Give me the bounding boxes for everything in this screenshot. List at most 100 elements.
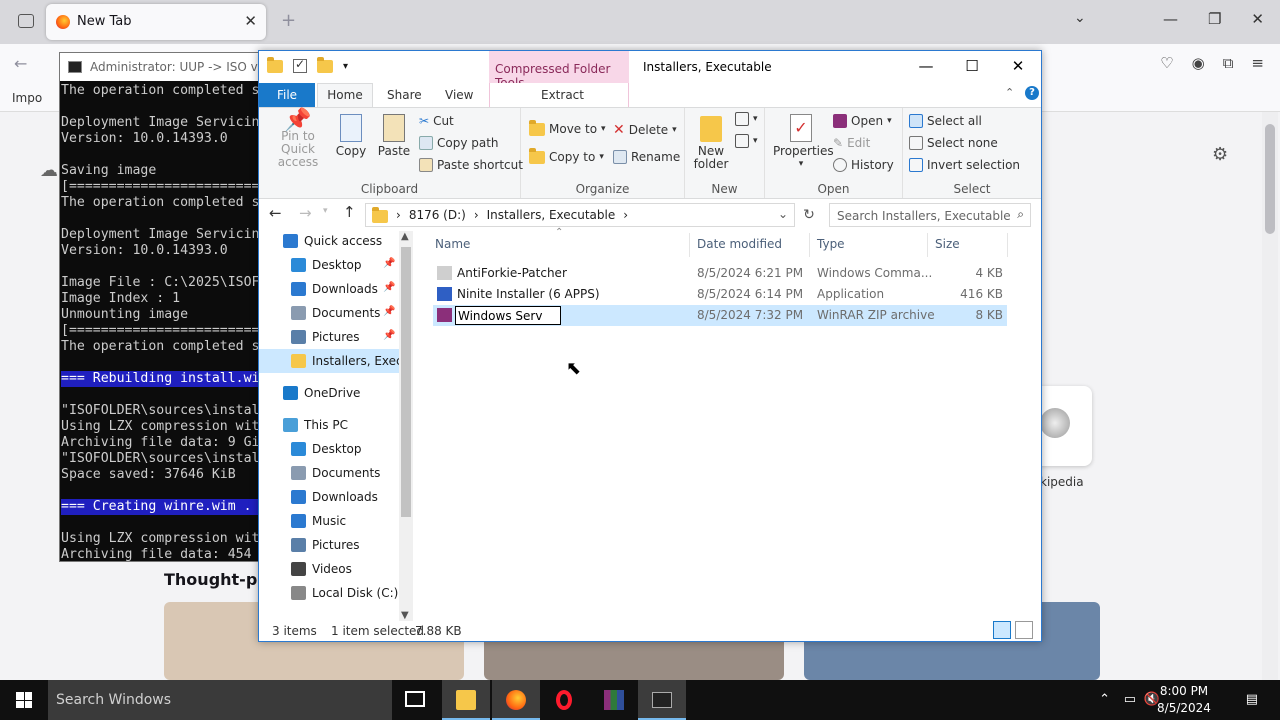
scroll-down-icon[interactable]: ▼ <box>401 610 409 621</box>
column-divider[interactable] <box>689 233 690 257</box>
nav-item[interactable]: Local Disk (C:) <box>259 581 399 605</box>
network-icon[interactable]: ▭ <box>1124 692 1136 707</box>
tray-chevron-up-icon[interactable]: ⌃ <box>1099 692 1110 707</box>
task-view-icon[interactable] <box>405 691 425 707</box>
paste-button[interactable]: Paste <box>375 114 413 158</box>
copy-button[interactable]: Copy <box>333 114 369 158</box>
taskbar-opera[interactable] <box>540 680 588 720</box>
collapse-ribbon-icon[interactable]: ⌃ <box>1005 86 1014 99</box>
breadcrumb-drive[interactable]: 8176 (D:) <box>409 208 466 222</box>
history-button[interactable]: History <box>833 158 894 172</box>
copy-to-button[interactable]: Copy to ▾ <box>529 147 604 164</box>
new-folder-button[interactable]: New folder <box>691 116 731 171</box>
qat-dropdown-icon[interactable]: ▾ <box>343 61 348 72</box>
restore-icon[interactable]: ❐ <box>1208 10 1221 28</box>
help-icon[interactable]: ? <box>1025 86 1039 100</box>
nav-item[interactable]: Quick access <box>259 231 399 253</box>
close-tab-icon[interactable]: ✕ <box>244 12 257 30</box>
close-icon[interactable]: ✕ <box>1251 10 1264 28</box>
pin-quick-access-button[interactable]: 📌 Pin to Quick access <box>265 110 331 169</box>
breadcrumb-folder[interactable]: Installers, Executable <box>487 208 616 222</box>
cut-button[interactable]: ✂ Cut <box>419 114 454 128</box>
easy-access-button[interactable]: ▾ <box>735 134 758 148</box>
account-icon[interactable]: ◉ <box>1192 54 1205 72</box>
taskbar-file-explorer[interactable] <box>442 680 490 720</box>
nav-item[interactable]: Desktop <box>259 437 399 461</box>
close-icon[interactable]: ✕ <box>995 51 1041 81</box>
tab-share[interactable]: Share <box>387 88 422 102</box>
nav-item[interactable]: Installers, Execut <box>259 349 413 373</box>
scrollbar-thumb[interactable] <box>1265 124 1275 234</box>
start-button[interactable] <box>0 680 48 720</box>
delete-button[interactable]: ✕ Delete ▾ <box>613 122 677 138</box>
column-divider[interactable] <box>809 233 810 257</box>
column-divider[interactable] <box>927 233 928 257</box>
cmd-title-bar[interactable]: Administrator: UUP -> ISO v10? <box>60 53 260 81</box>
nav-item[interactable]: OneDrive <box>259 381 399 405</box>
navigation-scrollbar[interactable]: ▲ ▼ <box>399 231 413 621</box>
extensions-icon[interactable]: ⧉ <box>1223 54 1234 72</box>
tab-file[interactable]: File <box>259 83 315 107</box>
nav-item[interactable]: Desktop 📌 <box>259 253 399 277</box>
nav-item[interactable]: Pictures <box>259 533 399 557</box>
search-input[interactable]: Search Installers, Executable ⌕ <box>829 203 1031 227</box>
nav-item[interactable]: Documents 📌 <box>259 301 399 325</box>
back-arrow-icon[interactable]: ← <box>14 54 27 73</box>
tab-view[interactable]: View <box>445 88 473 102</box>
pin-icon[interactable]: 📌 <box>383 306 395 317</box>
column-type[interactable]: Type <box>817 237 845 251</box>
copy-path-button[interactable]: Copy path <box>419 136 499 150</box>
pin-icon[interactable]: 📌 <box>383 282 395 293</box>
clock[interactable]: 8:00 PM 8/5/2024 <box>1148 683 1220 717</box>
file-row[interactable]: Ninite Installer (6 APPS) 8/5/2024 6:14 P… <box>433 284 1007 305</box>
column-divider[interactable] <box>1007 233 1008 257</box>
invert-selection-button[interactable]: Invert selection <box>909 158 1020 172</box>
address-bar[interactable]: › 8176 (D:) › Installers, Executable › ⌄ <box>365 203 795 227</box>
column-date-modified[interactable]: Date modified <box>697 237 782 251</box>
page-scrollbar[interactable] <box>1262 112 1278 680</box>
gear-icon[interactable]: ⚙ <box>1212 144 1228 165</box>
scrollbar-thumb[interactable] <box>401 247 411 517</box>
open-button[interactable]: Open ▾ <box>833 114 892 128</box>
file-row[interactable]: AntiForkie-Patcher 8/5/2024 6:21 PM Window… <box>433 263 1007 284</box>
tab-new-tab[interactable]: New Tab ✕ <box>46 4 266 40</box>
taskbar-firefox[interactable] <box>492 680 540 720</box>
paste-shortcut-button[interactable]: Paste shortcut <box>419 158 523 172</box>
properties-button[interactable]: ✓ Properties ▾ <box>773 114 834 171</box>
column-name[interactable]: Name <box>435 237 470 251</box>
nav-item[interactable]: This PC <box>259 413 399 437</box>
taskbar-winrar[interactable] <box>590 680 638 720</box>
nav-item[interactable]: Music <box>259 509 399 533</box>
chevron-down-icon[interactable]: ⌄ <box>1074 10 1086 26</box>
large-icons-view-icon[interactable] <box>1015 621 1033 639</box>
file-explorer-window[interactable]: ▾ Compressed Folder Tools Installers, Ex… <box>258 50 1042 642</box>
maximize-icon[interactable]: ☐ <box>949 51 995 81</box>
command-prompt-window[interactable]: Administrator: UUP -> ISO v10? The opera… <box>59 52 260 562</box>
taskbar-search[interactable]: Search Windows <box>48 680 392 720</box>
taskbar-command-prompt[interactable] <box>638 680 686 720</box>
recent-locations-icon[interactable]: ▾ <box>323 206 328 216</box>
nav-item[interactable]: Downloads <box>259 485 399 509</box>
bookmark-import[interactable]: Impo <box>12 91 42 105</box>
navigation-pane[interactable]: Quick access Desktop 📌 Downloads 📌 Documents 📌… <box>259 231 413 621</box>
rename-button[interactable]: Rename <box>613 150 680 164</box>
edit-button[interactable]: ✎ Edit <box>833 136 870 150</box>
new-tab-icon[interactable]: + <box>281 10 296 31</box>
rename-input[interactable] <box>455 306 561 325</box>
tab-extract[interactable]: Extract <box>541 88 584 102</box>
tab-home[interactable]: Home <box>317 83 373 107</box>
menu-icon[interactable]: ≡ <box>1251 54 1264 72</box>
breadcrumb-separator[interactable]: › <box>474 208 479 222</box>
details-view-icon[interactable] <box>993 621 1011 639</box>
minimize-icon[interactable]: — <box>1163 10 1178 28</box>
properties-qat-icon[interactable] <box>293 57 307 73</box>
minimize-icon[interactable]: — <box>903 51 949 81</box>
move-to-button[interactable]: Move to ▾ <box>529 119 606 136</box>
chevron-down-icon[interactable]: ⌄ <box>778 207 788 221</box>
pocket-icon[interactable]: ♡ <box>1160 54 1173 72</box>
file-row[interactable]: 8/5/2024 7:32 PM WinRAR ZIP archive 8 KB <box>433 305 1007 326</box>
select-none-button[interactable]: Select none <box>909 136 998 150</box>
breadcrumb-separator[interactable]: › <box>396 208 401 222</box>
forward-arrow-icon[interactable]: → <box>299 204 312 222</box>
select-all-button[interactable]: Select all <box>909 114 982 128</box>
